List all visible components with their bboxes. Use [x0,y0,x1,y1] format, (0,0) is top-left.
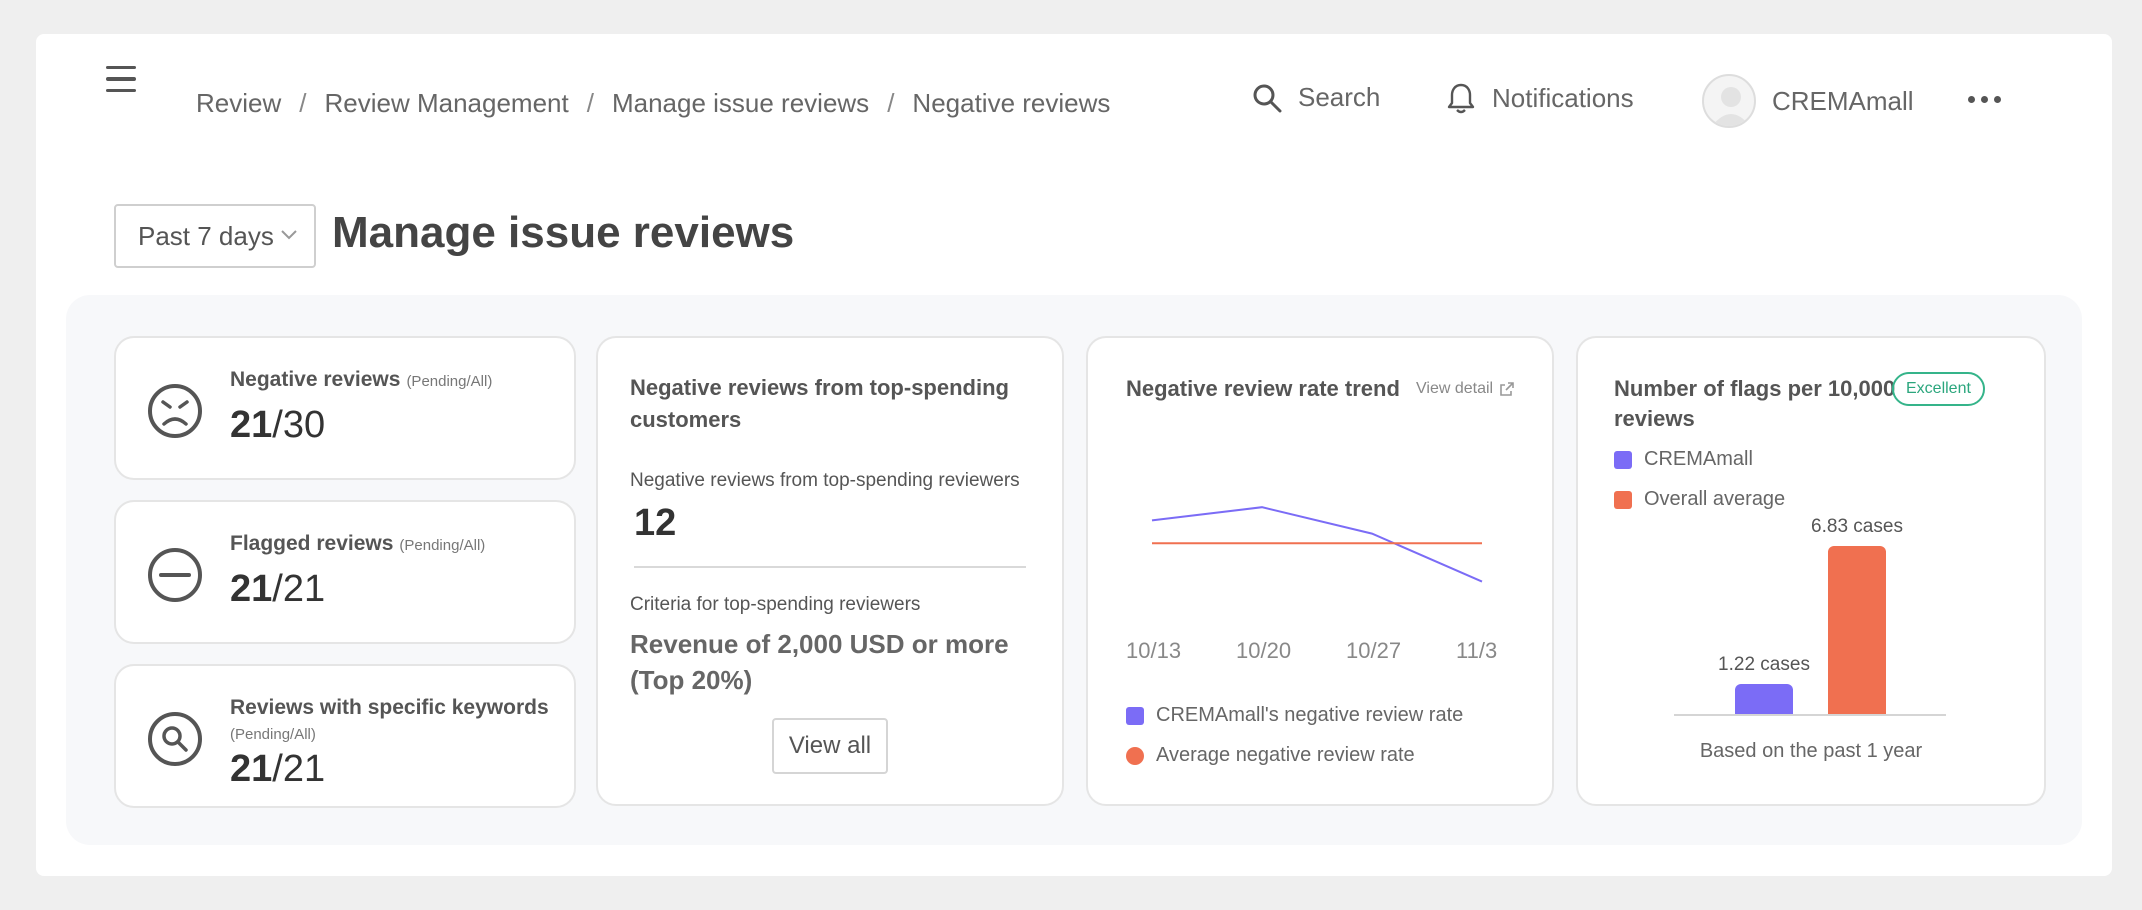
breadcrumb-review[interactable]: Review [196,88,281,119]
bar-value-label: 1.22 cases [1718,653,1810,675]
avatar [1702,74,1756,128]
search-label: Search [1298,82,1381,112]
period-value: Past 7 days [138,220,274,251]
stat-value-pending: 21 [230,404,273,446]
stat-value: 21/21 [230,568,325,611]
breadcrumb-separator: / [299,88,307,118]
legend-item-average: Overall average [1614,488,1785,511]
legend-swatch [1614,490,1632,509]
stat-subtitle: (Pending/All) [230,726,316,743]
breadcrumb: Review / Review Management / Manage issu… [196,88,1110,119]
x-tick-label: 10/20 [1236,638,1292,663]
bar-baseline [1674,714,1946,716]
count-label: Negative reviews from top-spending revie… [630,470,1020,491]
chevron-down-icon [281,230,297,240]
stat-value: 21/30 [230,404,325,447]
breadcrumb-manage-issue-reviews[interactable]: Manage issue reviews [612,88,869,119]
stat-title: Flagged reviews [230,532,394,555]
x-tick-label: 11/3 [1456,638,1498,663]
legend-swatch [1126,706,1144,725]
count-value: 12 [634,502,677,544]
bell-icon [1447,83,1475,114]
status-badge: Excellent [1892,372,1985,406]
trend-card: Negative review rate trend View detail 1… [1086,336,1554,806]
series-line-mall [1151,506,1483,583]
legend-item-average: Average negative review rate [1126,744,1415,767]
stat-value-pending: 21 [230,568,273,610]
search-circle-icon [148,712,202,766]
stat-subtitle: (Pending/All) [399,537,486,554]
chart-footnote: Based on the past 1 year [1699,740,1923,762]
x-tick-label: 10/27 [1346,638,1402,663]
breadcrumb-review-management[interactable]: Review Management [324,88,568,119]
stat-card-keyword-reviews[interactable]: Reviews with specific keywords (Pending/… [114,664,576,808]
external-link-icon [1500,382,1514,396]
stat-card-flagged-reviews[interactable]: Flagged reviews (Pending/All) 21/21 [114,500,576,644]
card-title: Negative reviews from top-spending custo… [630,375,1009,432]
view-detail-link[interactable]: View detail [1416,380,1515,398]
legend-label: CREMAmall [1644,448,1753,470]
view-detail-label: View detail [1416,380,1494,397]
notifications-button[interactable]: Notifications [1446,82,1634,114]
card-title: Number of flags per 10,000 reviews [1614,376,1896,431]
stat-subtitle: (Pending/All) [406,373,493,390]
view-all-button[interactable]: View all [772,718,888,774]
top-spenders-card: Negative reviews from top-spending custo… [596,336,1064,806]
trend-chart [1151,506,1483,583]
legend-item-mall: CREMAmall's negative review rate [1126,704,1463,727]
x-tick-label: 10/13 [1126,638,1182,663]
legend-label: Overall average [1644,488,1786,510]
legend-swatch [1126,746,1144,765]
menu-icon[interactable] [98,56,144,102]
user-name: CREMAmall [1772,85,1914,116]
bar-mall [1735,683,1793,714]
period-select[interactable]: Past 7 days [114,204,316,268]
search-button[interactable]: Search [1252,82,1380,113]
search-icon [1253,84,1282,112]
flags-card: Number of flags per 10,000 reviews Excel… [1576,336,2046,806]
stat-value-all: /21 [272,568,326,610]
stat-value-all: /21 [272,748,326,790]
breadcrumb-separator: / [887,88,895,118]
stat-title: Negative reviews [230,368,401,391]
page-title: Manage issue reviews [332,208,795,257]
legend-item-mall: CREMAmall [1614,448,1753,471]
bar-average [1828,546,1886,714]
stat-card-negative-reviews[interactable]: Negative reviews (Pending/All) 21/30 [114,336,576,480]
criteria-value: Revenue of 2,000 USD or more (Top 20%) [630,629,1009,695]
stat-label: Flagged reviews (Pending/All) [230,532,485,556]
divider [634,566,1026,568]
bar-value-label: 6.83 cases [1811,516,1903,537]
stat-value-all: /30 [272,404,326,446]
breadcrumb-separator: / [586,88,594,118]
legend-label: Average negative review rate [1156,744,1415,766]
stat-value-pending: 21 [230,748,273,790]
breadcrumb-negative-reviews[interactable]: Negative reviews [912,88,1110,119]
card-title: Negative review rate trend [1126,376,1400,401]
minus-circle-icon [148,548,202,602]
sad-face-icon [148,384,202,438]
more-options-icon[interactable] [1962,90,2007,109]
notifications-label: Notifications [1492,82,1634,113]
criteria-label: Criteria for top-spending reviewers [630,594,921,615]
stat-label: Negative reviews (Pending/All) [230,368,492,392]
user-menu[interactable]: CREMAmall [1702,74,1914,128]
legend-label: CREMAmall's negative review rate [1156,704,1464,726]
user-icon [1712,87,1750,126]
stat-value: 21/21 [230,748,325,791]
legend-swatch [1614,450,1632,469]
stat-label: Reviews with specific keywords [230,696,549,719]
